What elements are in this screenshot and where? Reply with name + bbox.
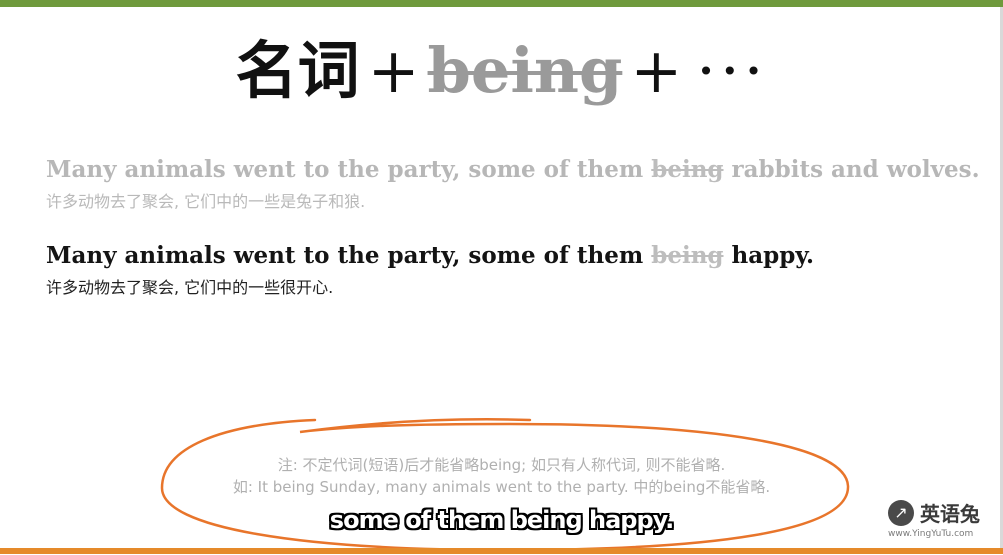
example-1-text-after: rabbits and wolves. — [731, 156, 980, 183]
note-line-1: 注: 不定代词(短语)后才能省略being; 如只有人称代词, 则不能省略. — [277, 456, 726, 474]
example-sentence-1: Many animals went to the party, some of … — [46, 156, 980, 212]
example-2-chinese: 许多动物去了聚会, 它们中的一些很开心. — [46, 277, 334, 297]
example-1-english: Many animals went to the party, some of … — [46, 156, 980, 184]
note-line-2: 如: It being Sunday, many animals went to… — [232, 478, 771, 496]
example-1-chinese: 许多动物去了聚会, 它们中的一些是兔子和狼. — [46, 191, 366, 211]
title-being-strikethrough: being — [427, 34, 623, 107]
example-2-text-after: happy. — [731, 242, 815, 269]
example-2-text-before: Many animals went to the party, some of … — [46, 242, 644, 269]
example-1-text-before: Many animals went to the party, some of … — [46, 156, 644, 183]
logo-name: 英语兔 — [920, 502, 980, 526]
slide-title: 名词 + being + ··· — [0, 40, 1003, 102]
title-noun: 名词 — [235, 34, 360, 107]
example-1-struck-being: being — [651, 156, 724, 183]
brand-logo: ↗ 英语兔 www.YingYuTu.com — [886, 498, 998, 542]
rabbit-logo-icon: ↗ — [888, 500, 914, 526]
logo-url: www.YingYuTu.com — [888, 529, 974, 539]
title-ellipsis: ··· — [696, 34, 768, 107]
example-2-english: Many animals went to the party, some of … — [46, 242, 814, 270]
title-plus-2: + — [630, 34, 683, 107]
example-2-struck-being: being — [651, 242, 724, 269]
video-subtitle: some of them being happy. — [329, 506, 674, 534]
bottom-accent-bar — [0, 548, 1003, 554]
example-sentence-2: Many animals went to the party, some of … — [46, 242, 814, 298]
top-accent-bar — [0, 0, 1003, 7]
title-plus-1: + — [367, 34, 420, 107]
